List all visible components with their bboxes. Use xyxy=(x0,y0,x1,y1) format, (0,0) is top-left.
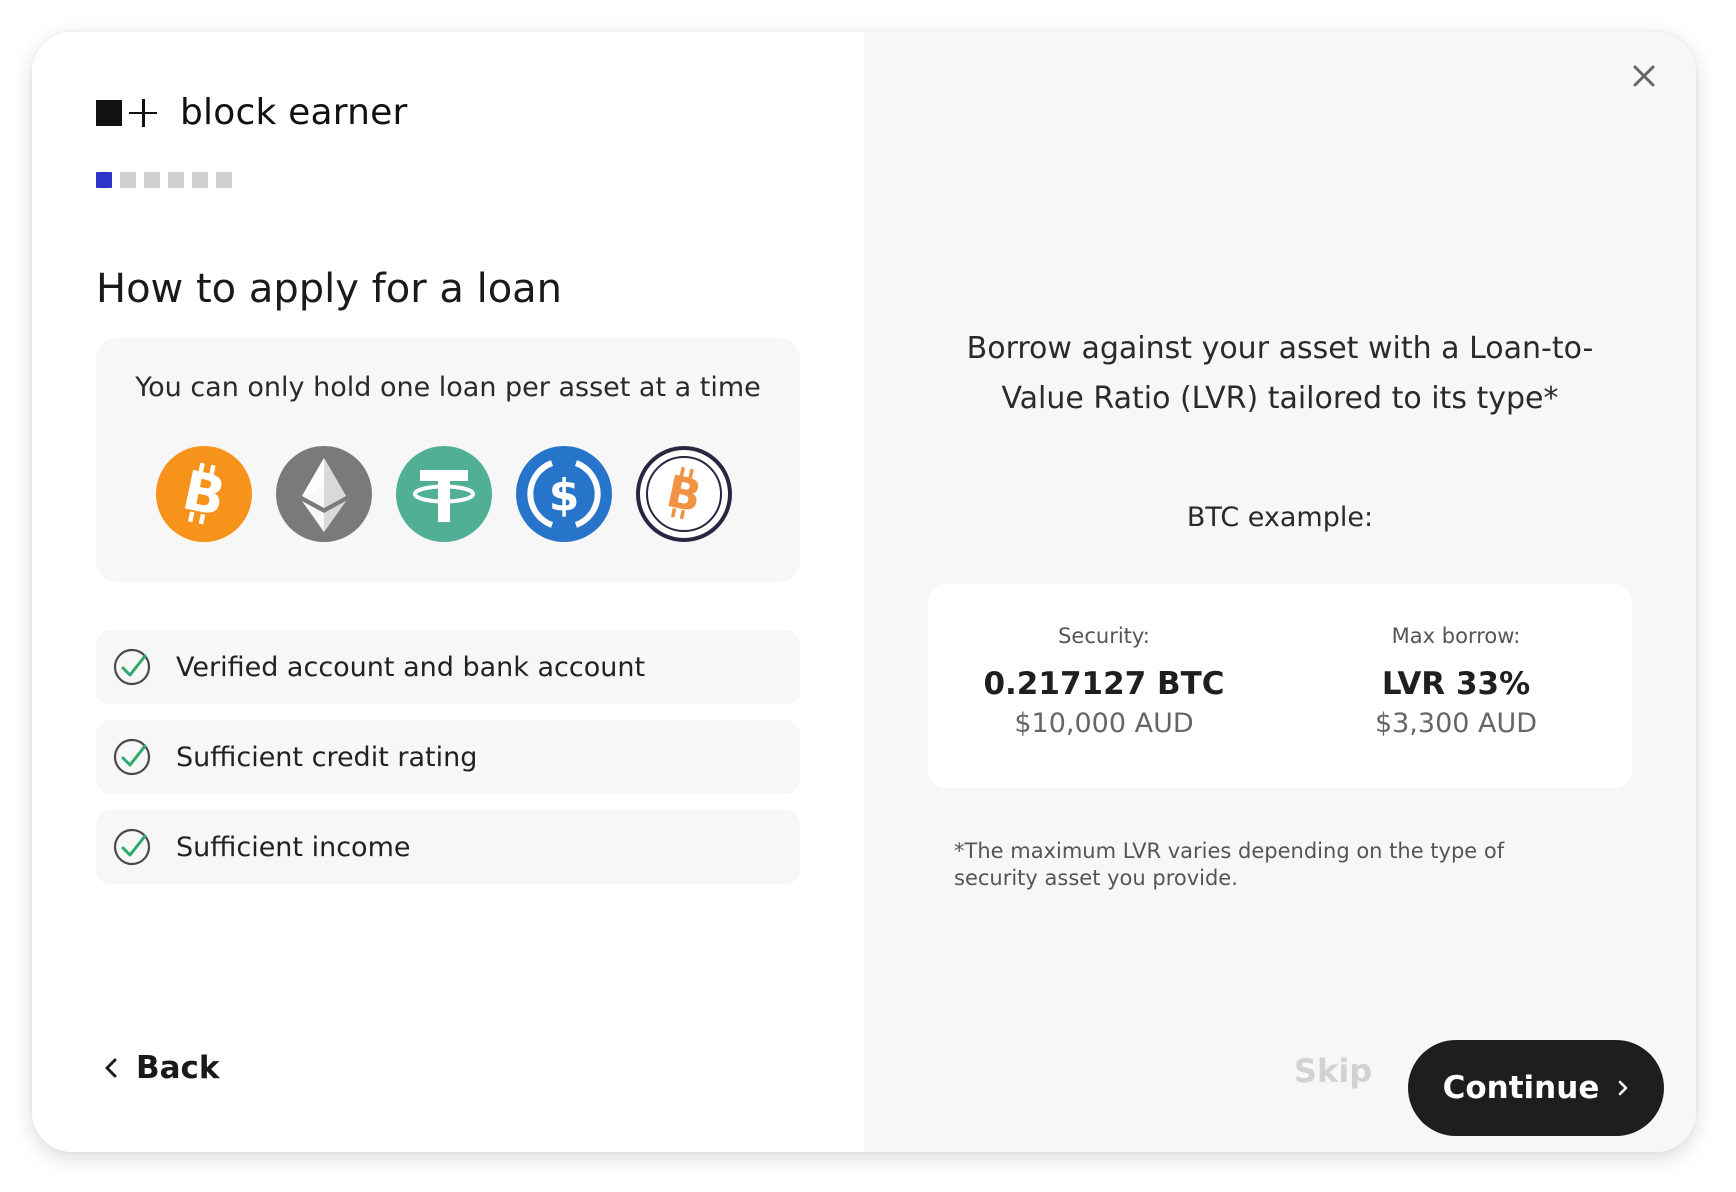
headline-line-1: Borrow against your asset with a Loan-to… xyxy=(966,331,1594,366)
close-icon xyxy=(1633,65,1655,87)
security-column: Security: 0.217127 BTC $10,000 AUD xyxy=(928,624,1280,739)
example-label: BTC example: xyxy=(1186,502,1374,533)
requirement-label: Sufficient income xyxy=(176,831,411,863)
left-panel: block earner How to apply for a loan You… xyxy=(32,32,864,1152)
requirement-item: Verified account and bank account xyxy=(96,630,800,704)
security-aud: $10,000 AUD xyxy=(1014,708,1194,739)
check-circle-icon xyxy=(113,648,151,686)
requirement-label: Verified account and bank account xyxy=(176,651,646,683)
usdc-icon: $ xyxy=(516,446,612,542)
requirement-item: Sufficient credit rating xyxy=(96,720,800,794)
continue-button[interactable]: Continue xyxy=(1408,1040,1664,1136)
asset-note: You can only hold one loan per asset at … xyxy=(135,372,761,403)
skip-button[interactable]: Skip xyxy=(1294,1052,1372,1090)
lvr-footnote: *The maximum LVR varies depending on the… xyxy=(954,839,1505,890)
step-dot xyxy=(168,172,184,188)
right-panel: Borrow against your asset with a Loan-to… xyxy=(864,32,1696,1152)
lvr-headline: Borrow against your asset with a Loan-to… xyxy=(864,324,1696,424)
logo-square-icon xyxy=(96,99,122,126)
asset-card: You can only hold one loan per asset at … xyxy=(96,338,800,582)
bitcoin-icon: B xyxy=(156,446,252,542)
loan-modal: block earner How to apply for a loan You… xyxy=(32,32,1696,1152)
check-circle-icon xyxy=(113,828,151,866)
requirement-item: Sufficient income xyxy=(96,810,800,884)
step-indicator xyxy=(96,172,240,188)
close-button[interactable] xyxy=(1626,58,1662,94)
check-circle-icon xyxy=(113,738,151,776)
step-dot xyxy=(120,172,136,188)
chevron-right-icon xyxy=(1619,1080,1628,1096)
max-borrow-aud: $3,300 AUD xyxy=(1374,708,1538,739)
wrapped-bitcoin-icon: B xyxy=(636,446,732,542)
headline-line-2: Value Ratio (LVR) tailored to its type* xyxy=(1001,381,1559,416)
tether-icon xyxy=(396,446,492,542)
max-borrow-column: Max borrow: LVR 33% $3,300 AUD xyxy=(1280,624,1632,739)
back-button[interactable]: Back xyxy=(104,1050,220,1086)
brand-logo: block earner xyxy=(96,92,408,133)
requirement-label: Sufficient credit rating xyxy=(176,741,478,773)
security-label: Security: xyxy=(1058,624,1150,648)
svg-text:$: $ xyxy=(549,470,580,521)
chevron-left-icon xyxy=(105,1058,117,1078)
max-borrow-label: Max borrow: xyxy=(1391,624,1521,648)
continue-label: Continue xyxy=(1442,1070,1600,1106)
security-value: 0.217127 BTC xyxy=(983,666,1225,702)
brand-name: block earner xyxy=(180,92,408,133)
step-dot xyxy=(144,172,160,188)
step-dot xyxy=(192,172,208,188)
step-dot xyxy=(216,172,232,188)
logo-plus-icon xyxy=(128,98,158,128)
max-borrow-value: LVR 33% xyxy=(1381,666,1531,702)
page-title: How to apply for a loan xyxy=(96,266,563,312)
back-label: Back xyxy=(136,1050,220,1086)
step-dot-active xyxy=(96,172,112,188)
example-card: Security: 0.217127 BTC $10,000 AUD Max b… xyxy=(928,584,1632,788)
ethereum-icon xyxy=(276,446,372,542)
